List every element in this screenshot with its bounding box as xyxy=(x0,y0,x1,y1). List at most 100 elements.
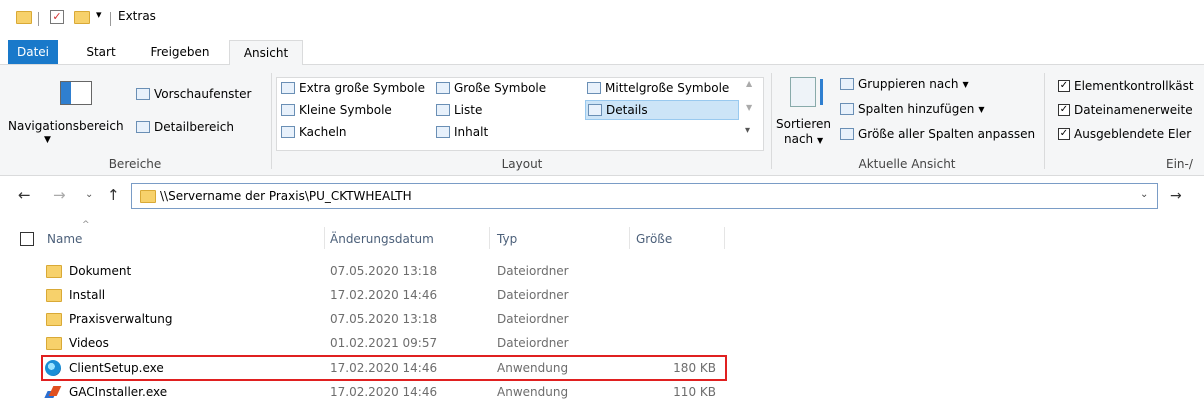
navigationsbereich-button[interactable]: Navigationsbereich xyxy=(8,119,124,133)
vorschaufenster-button[interactable]: Vorschaufenster xyxy=(136,87,251,101)
layout-extra-large-icons[interactable]: Extra große Symbole xyxy=(281,81,425,95)
view-icon xyxy=(436,126,450,138)
checkbox-checked-icon: ✓ xyxy=(1058,80,1070,92)
group-label-bereiche: Bereiche xyxy=(108,157,162,171)
address-dropdown-icon[interactable]: ⌄ xyxy=(1140,189,1148,200)
file-type: Dateiordner xyxy=(497,288,569,302)
file-date: 17.02.2020 14:46 xyxy=(330,385,438,399)
highlight-box xyxy=(41,355,727,381)
column-header-name[interactable]: Name xyxy=(47,229,82,249)
layout-medium-icons[interactable]: Mittelgroße Symbole xyxy=(587,81,729,95)
details-pane-icon xyxy=(136,121,150,133)
file-name: GACInstaller.exe xyxy=(69,385,168,399)
file-date: 01.02.2021 09:57 xyxy=(330,336,438,350)
file-type: Anwendung xyxy=(497,385,569,399)
add-columns-icon xyxy=(840,103,854,115)
chevron-down-icon: ▼ xyxy=(978,104,985,114)
table-row[interactable]: Install 17.02.2020 14:46 Dateiordner xyxy=(40,284,725,306)
column-separator[interactable] xyxy=(724,227,725,249)
column-header-date[interactable]: Änderungsdatum xyxy=(330,229,434,249)
window-title: Extras xyxy=(118,9,156,23)
layout-large-icons[interactable]: Große Symbole xyxy=(436,81,546,95)
spalten-hinzufuegen-button[interactable]: Spalten hinzufügen ▼ xyxy=(840,102,984,116)
ribbon: Navigationsbereich ▼ Vorschaufenster Det… xyxy=(0,64,1204,176)
sortieren-nach-label[interactable]: nach ▼ xyxy=(784,132,823,146)
view-icon xyxy=(588,104,602,116)
column-header-size[interactable]: Größe xyxy=(636,229,672,249)
column-separator[interactable] xyxy=(324,227,325,249)
qat-separator xyxy=(38,12,39,26)
table-row[interactable]: GACInstaller.exe 17.02.2020 14:46 Anwendun… xyxy=(40,381,725,403)
column-separator[interactable] xyxy=(629,227,630,249)
group-label-layout: Layout xyxy=(501,157,543,171)
file-name: Praxisverwaltung xyxy=(69,312,173,326)
back-arrow-icon[interactable]: ← xyxy=(18,186,31,204)
layout-small-icons[interactable]: Kleine Symbole xyxy=(281,103,392,117)
table-row[interactable]: Praxisverwaltung 07.05.2020 13:18 Dateiord… xyxy=(40,308,725,330)
gallery-scroll-up-icon[interactable]: ▲ xyxy=(746,79,752,88)
select-all-checkbox[interactable] xyxy=(20,232,34,246)
tab-datei[interactable]: Datei xyxy=(8,40,58,64)
detailbereich-button[interactable]: Detailbereich xyxy=(136,120,234,134)
group-separator xyxy=(271,73,272,169)
up-arrow-icon[interactable]: ↑ xyxy=(107,186,120,204)
checkbox-checked-icon: ✓ xyxy=(1058,128,1070,140)
recent-locations-chevron-icon[interactable]: ⌄ xyxy=(85,189,93,200)
gallery-expand-icon[interactable]: ▾ xyxy=(745,125,750,136)
view-icon xyxy=(281,126,295,138)
view-icon xyxy=(281,82,295,94)
file-size xyxy=(630,308,716,330)
layout-content[interactable]: Inhalt xyxy=(436,125,488,139)
chevron-down-icon[interactable]: ▼ xyxy=(44,135,51,145)
dateinamenerweiterungen-checkbox[interactable]: ✓ Dateinamenerweite xyxy=(1058,103,1193,117)
file-size xyxy=(630,260,716,282)
file-type: Dateiordner xyxy=(497,336,569,350)
file-date: 17.02.2020 14:46 xyxy=(330,288,438,302)
installer-icon xyxy=(44,385,62,399)
table-row[interactable]: Videos 01.02.2021 09:57 Dateiordner xyxy=(40,332,725,354)
file-size xyxy=(630,332,716,354)
sortieren-button[interactable]: Sortieren xyxy=(776,117,831,131)
tab-freigeben[interactable]: Freigeben xyxy=(140,40,220,64)
refresh-arrow-icon[interactable]: → xyxy=(1170,188,1182,204)
gruppieren-nach-button[interactable]: Gruppieren nach ▼ xyxy=(840,77,969,91)
address-path[interactable]: \\Servername der Praxis\PU_CKTWHEALTH xyxy=(160,189,412,203)
file-type: Dateiordner xyxy=(497,312,569,326)
view-icon xyxy=(436,82,450,94)
table-row[interactable]: Dokument 07.05.2020 13:18 Dateiordner xyxy=(40,260,725,282)
preview-pane-icon xyxy=(136,88,150,100)
view-icon xyxy=(436,104,450,116)
view-icon xyxy=(587,82,601,94)
sort-arrow-icon xyxy=(820,79,823,105)
qat-separator xyxy=(110,12,111,26)
layout-details-selected[interactable]: Details xyxy=(585,100,739,120)
layout-list[interactable]: Liste xyxy=(436,103,482,117)
size-columns-icon xyxy=(840,128,854,140)
group-by-icon xyxy=(840,78,854,90)
tab-ansicht[interactable]: Ansicht xyxy=(229,40,303,65)
new-folder-icon[interactable] xyxy=(74,11,90,24)
chevron-down-icon: ▼ xyxy=(962,79,969,89)
address-bar[interactable]: \\Servername der Praxis\PU_CKTWHEALTH ⌄ xyxy=(131,183,1158,209)
file-type: Dateiordner xyxy=(497,264,569,278)
properties-icon[interactable]: ✓ xyxy=(50,10,64,24)
file-size: 110 KB xyxy=(673,385,716,399)
tab-start[interactable]: Start xyxy=(76,40,126,64)
file-date: 07.05.2020 13:18 xyxy=(330,312,438,326)
groesse-spalten-anpassen-button[interactable]: Größe aller Spalten anpassen xyxy=(840,127,1035,141)
navigation-pane-icon[interactable] xyxy=(60,81,92,105)
file-date: 07.05.2020 13:18 xyxy=(330,264,438,278)
qat-dropdown-icon[interactable]: ▾ xyxy=(96,8,102,21)
checkbox-checked-icon: ✓ xyxy=(1058,104,1070,116)
group-separator xyxy=(771,73,772,169)
folder-icon xyxy=(16,11,32,24)
gallery-scroll-down-icon[interactable]: ▼ xyxy=(746,103,752,112)
column-header-type[interactable]: Typ xyxy=(497,229,517,249)
sort-icon[interactable] xyxy=(790,77,816,107)
elementkontrollkaestchen-checkbox[interactable]: ✓ Elementkontrollkäst xyxy=(1058,79,1194,93)
ausgeblendete-elemente-checkbox[interactable]: ✓ Ausgeblendete Eler xyxy=(1058,127,1191,141)
layout-tiles[interactable]: Kacheln xyxy=(281,125,347,139)
forward-arrow-icon[interactable]: → xyxy=(53,186,66,204)
column-separator[interactable] xyxy=(489,227,490,249)
folder-icon xyxy=(140,190,156,203)
